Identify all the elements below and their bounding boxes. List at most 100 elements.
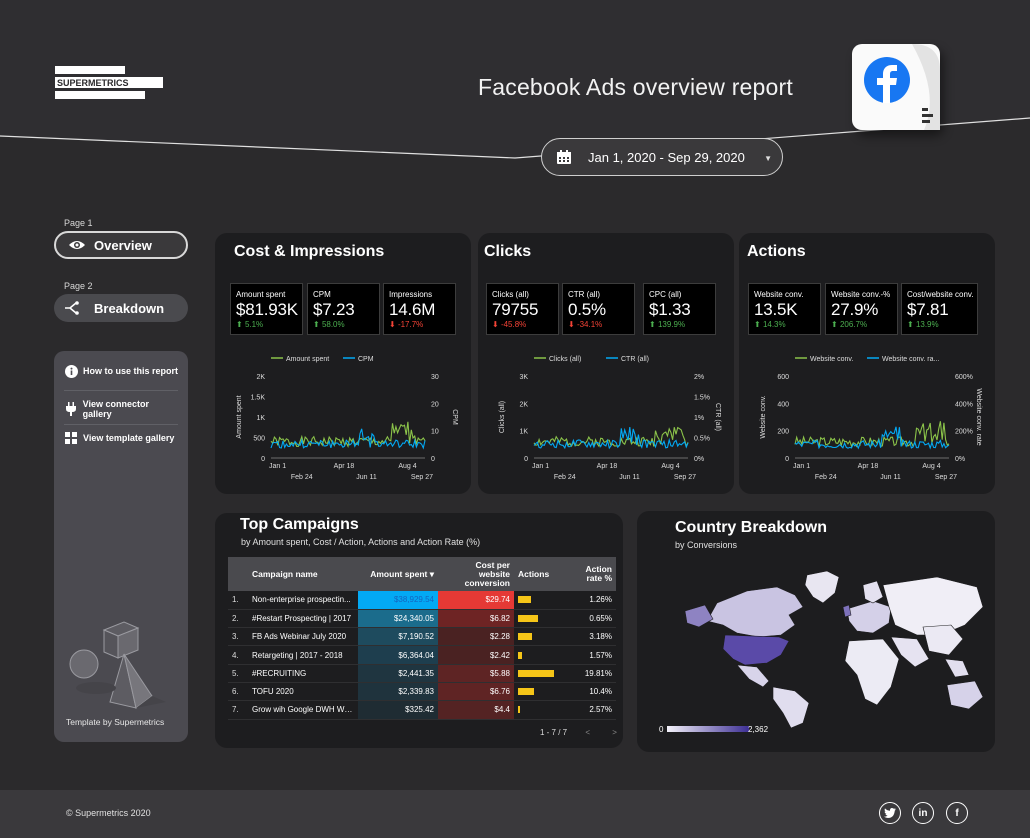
kpi-amount-spent: Amount spent $81.93K ⬆ 5.1% [230,283,303,335]
nav-breakdown-button[interactable]: Breakdown [54,294,188,322]
table-cell: Non-enterprise prospectin... [248,591,358,610]
x-tick-label: Jan 1 [793,463,810,470]
kpi-value: 0.5% [568,300,606,319]
y2-tick-label: 0% [955,456,965,463]
kpi-delta: ⬆ 13.9% [907,320,939,329]
y-tick-label: 1K [519,429,528,436]
kpi-value: $1.33 [649,300,691,319]
y-tick-label: 600 [777,374,789,381]
kpi-delta: ⬆ 14.3% [754,320,786,329]
cost-impressions-card: Cost & Impressions Amount spent $81.93K … [215,233,471,494]
kpi-ctr: CTR (all) 0.5% ⬇ -34.1% [562,283,635,335]
table-cell: $38,929.54 [358,591,438,610]
twitter-icon[interactable] [879,802,901,824]
template-gallery-label: View template gallery [83,433,175,443]
arrow-up-icon: ⬆ [313,320,322,329]
share-branch-icon [65,301,79,315]
table-row[interactable]: 1. Non-enterprise prospectin... $38,929.54… [228,591,616,610]
x-tick-label: Jun 11 [356,474,377,481]
table-cell: 5. [228,664,248,683]
y2-tick-label: 1.5% [694,395,710,402]
x-tick-label: Aug 4 [661,463,679,470]
y2-tick-label: 2% [694,374,704,381]
table-cell [514,645,569,665]
col-cost-per-conversion[interactable]: Cost per website conversion [438,557,514,591]
actions-bar [518,633,533,641]
table-row[interactable]: 5. #RECRUITING $2,441.35 $5.88 19.81% [228,664,616,683]
kpi-delta: ⬇ -17.7% [389,320,424,329]
col-amount-spent[interactable]: Amount spent ▾ [358,557,438,591]
facebook-icon[interactable]: f [946,802,968,824]
kpi-delta: ⬆ 206.7% [831,320,868,329]
color-scale-bar [667,726,749,732]
y2-tick-label: 30 [431,374,439,381]
kpi-label: Impressions [389,290,433,299]
kpi-label: Amount spent [236,290,286,299]
table-cell: 2.57% [569,700,616,720]
kpi-impressions: Impressions 14.6M ⬇ -17.7% [383,283,456,335]
table-row[interactable]: 3. FB Ads Webinar July 2020 $7,190.52 $2.28… [228,627,616,647]
y2-tick-label: 10 [431,429,439,436]
kpi-cpc: CPC (all) $1.33 ⬆ 139.9% [643,283,716,335]
chevron-right-icon[interactable]: > [612,728,617,737]
col-index [228,557,248,591]
table-cell [514,591,569,610]
y-tick-label: 3K [519,374,528,381]
table-cell: $6,364.04 [358,645,438,665]
x-tick-label: Feb 24 [554,474,576,481]
scale-max-label: 2,362 [748,725,769,734]
table-cell: 1.26% [569,591,616,610]
x-tick-label: Jan 1 [269,463,286,470]
template-gallery-link[interactable]: View template gallery [64,431,178,445]
table-row[interactable]: 2. #Restart Prospecting | 2017 $24,340.05 $… [228,609,616,629]
campaigns-table: Campaign name Amount spent ▾ Cost per we… [228,557,616,720]
col-actions[interactable]: Actions [514,557,569,591]
nav-breakdown-label: Breakdown [94,300,165,316]
kpi-label: CTR (all) [568,290,600,299]
kpi-value: $81.93K [236,300,298,319]
y-tick-label: 1.5K [251,395,266,402]
connector-gallery-link[interactable]: View connector gallery [64,399,178,419]
table-cell [514,627,569,647]
chevron-left-icon[interactable]: < [585,728,590,737]
table-row[interactable]: 6. TOFU 2020 $2,339.83 $6.76 10.4% [228,682,616,702]
actions-card: Actions Website conv. 13.5K ⬆ 14.3% Webs… [739,233,995,494]
y-tick-label: 0 [261,456,265,463]
legend-label: CPM [358,356,374,363]
date-range-picker[interactable]: Jan 1, 2020 - Sep 29, 2020 ▼ [541,138,783,176]
table-row[interactable]: 4. Retargeting | 2017 - 2018 $6,364.04 $2.4… [228,645,616,665]
linkedin-icon[interactable]: in [912,802,934,824]
legend-label: Website conv. [810,356,853,363]
table-cell: #RECRUITING [248,664,358,683]
table-header-row: Campaign name Amount spent ▾ Cost per we… [228,557,616,591]
y2-tick-label: 0.5% [694,436,710,443]
grid-icon [64,431,78,445]
y2-tick-label: 200% [955,429,973,436]
arrow-up-icon: ⬆ [649,320,658,329]
kpi-label: Cost/website conv. [907,290,974,299]
facebook-logo-icon [864,44,940,130]
how-to-use-link[interactable]: How to use this report [64,364,178,378]
col-campaign-name[interactable]: Campaign name [248,557,358,591]
y2-tick-label: 0 [431,456,435,463]
table-cell: 1.57% [569,645,616,665]
kpi-delta: ⬆ 58.0% [313,320,345,329]
cost-impressions-chart: Amount spent CPM 2K 1.5K 1K 500 0 30 20 10 0 Amount… [236,356,458,481]
eye-icon [69,241,85,249]
col-action-rate[interactable]: Action rate % [569,557,616,591]
nav-overview-button[interactable]: Overview [54,231,188,259]
x-tick-label: Aug 4 [398,463,416,470]
kpi-value: 13.5K [754,300,798,319]
table-cell: FB Ads Webinar July 2020 [248,627,358,647]
table-cell: Grow wih Google DWH We... [248,700,358,720]
chart-legend: Website conv. Website conv. ra... [795,356,939,363]
y-tick-label: 2K [256,374,265,381]
arrow-up-icon: ⬆ [907,320,916,329]
world-map [684,570,984,728]
x-tick-label: Apr 18 [334,463,355,470]
kpi-delta: ⬇ -45.8% [492,320,527,329]
dashboard-page: SUPERMETRICS Facebook Ads overview repor… [0,0,1030,838]
table-row[interactable]: 7. Grow wih Google DWH We... $325.42 $4.4 2.… [228,700,616,720]
y-tick-label: 2K [519,401,528,408]
arrow-down-icon: ⬇ [568,320,577,329]
